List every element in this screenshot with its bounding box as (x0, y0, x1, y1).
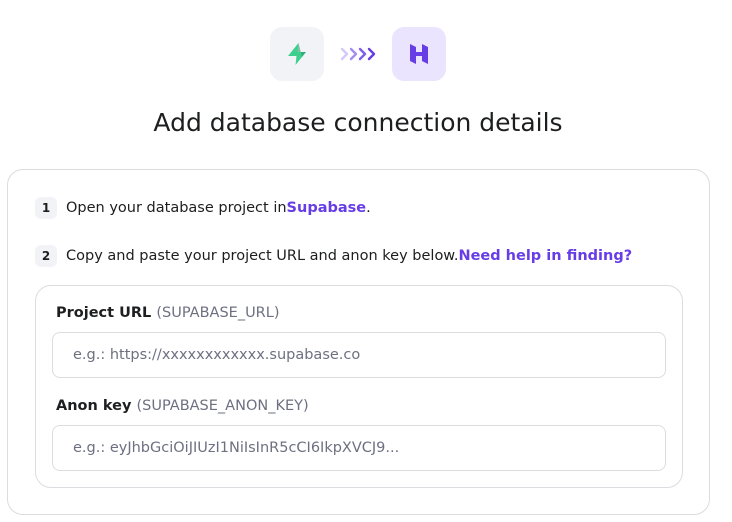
project-url-label: Project URL (SUPABASE_URL) (56, 305, 280, 321)
hostinger-logo-icon (392, 27, 446, 81)
supabase-logo-icon (270, 27, 324, 81)
anon-key-hint: (SUPABASE_ANON_KEY) (136, 398, 309, 414)
anon-key-label: Anon key (SUPABASE_ANON_KEY) (56, 398, 309, 414)
integration-logos (270, 27, 446, 81)
step-suffix: . (366, 200, 371, 216)
supabase-link[interactable]: Supabase (287, 200, 367, 216)
project-url-input[interactable] (52, 332, 666, 378)
step-number-badge: 1 (35, 197, 57, 219)
step-text: Open your database project in (66, 200, 287, 216)
anon-key-input[interactable] (52, 425, 666, 471)
step-1: 1 Open your database project in Supabase… (35, 197, 371, 219)
step-2: 2 Copy and paste your project URL and an… (35, 245, 632, 267)
credentials-form: Project URL (SUPABASE_URL) Anon key (SUP… (35, 285, 683, 488)
step-number-badge: 2 (35, 245, 57, 267)
triple-chevron-right-icon (340, 47, 376, 61)
project-url-label-text: Project URL (56, 305, 152, 321)
anon-key-label-text: Anon key (56, 398, 132, 414)
project-url-hint: (SUPABASE_URL) (156, 305, 280, 321)
step-text: Copy and paste your project URL and anon… (66, 248, 459, 264)
need-help-link[interactable]: Need help in finding? (458, 248, 632, 264)
connection-details-card: 1 Open your database project in Supabase… (7, 169, 710, 515)
page-title: Add database connection details (153, 108, 563, 137)
